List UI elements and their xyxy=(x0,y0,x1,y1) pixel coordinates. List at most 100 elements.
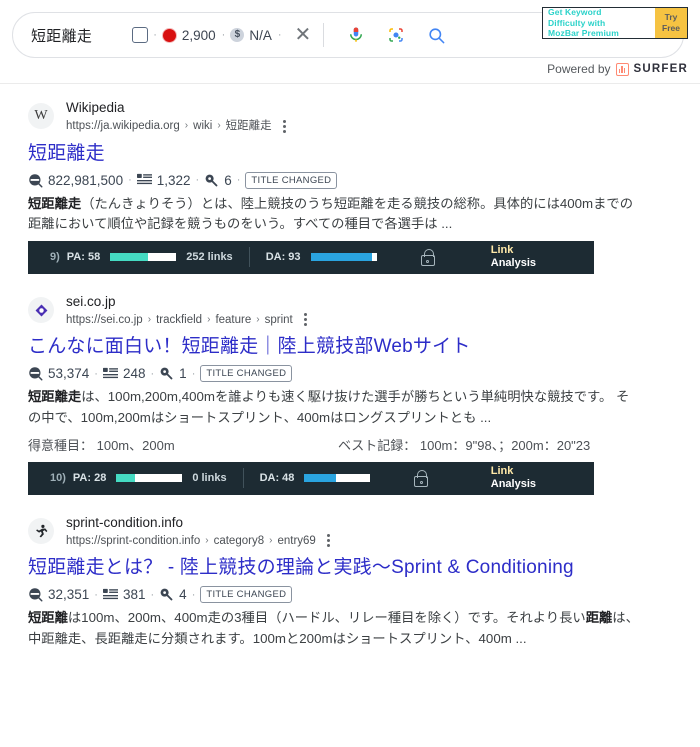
mozbar-metrics-bar-2[interactable]: 10) PA: 28 0 links DA: 48 Link Analysis xyxy=(28,461,594,495)
link-analysis-line-1: Link xyxy=(490,464,514,477)
metric-separator: · xyxy=(236,174,241,187)
site-info: sei.co.jp https://sei.co.jp › trackfield… xyxy=(66,292,307,329)
link-analysis-line-2: Analysis xyxy=(490,478,536,491)
snippet-highlight-2: 距離 xyxy=(585,610,613,626)
page-authority-fill xyxy=(110,253,149,262)
result-header[interactable]: W Wikipedia https://ja.wikipedia.org › w… xyxy=(28,98,700,135)
page-authority-label: PA: 58 xyxy=(66,251,101,264)
google-lens-icon[interactable] xyxy=(383,22,409,48)
result-metrics: 822,981,500 · 1,322 · 6 · TITLE CHANGED xyxy=(28,171,700,189)
url-part: entry69 xyxy=(277,534,316,547)
search-volume-icon xyxy=(28,173,43,188)
promo-line-3: MozBar Premium xyxy=(548,28,619,39)
snippet-text: （たんきょりそう）とは、陸上競技のうち短距離を走る競技の総称。具体的には400m… xyxy=(28,195,634,232)
promo-line-2: Difficulty with xyxy=(548,17,606,28)
domain-authority-fill xyxy=(304,474,337,483)
chip-separator: · xyxy=(221,29,226,41)
status-badge: TITLE CHANGED xyxy=(200,365,293,383)
status-badge: TITLE CHANGED xyxy=(245,171,338,189)
search-volume-value: 32,351 xyxy=(48,587,90,603)
site-info: Wikipedia https://ja.wikipedia.org › wik… xyxy=(66,98,286,135)
metric-separator: · xyxy=(94,588,98,601)
links-count: 381 xyxy=(122,587,146,603)
wikipedia-w-icon: W xyxy=(28,103,54,130)
chip-separator: · xyxy=(153,29,157,41)
try-free-line-1: Try xyxy=(664,12,678,23)
url-separator-icon: › xyxy=(205,534,209,546)
snippet-highlight: 短距離走 xyxy=(28,389,82,405)
metric-separator: · xyxy=(195,174,200,187)
search-topbar: 短距離走 · 2,900 · $ N/A · ✕ Get Keyword Dif… xyxy=(0,0,700,84)
page-authority-label: PA: 28 xyxy=(72,472,107,485)
lock-icon[interactable] xyxy=(420,248,435,266)
square-outline-icon[interactable] xyxy=(132,27,149,43)
url-part: sprint xyxy=(264,313,293,326)
url-separator-icon: › xyxy=(184,119,189,131)
search-volume-icon xyxy=(28,366,43,381)
try-free-line-2: Free xyxy=(662,23,680,33)
link-analysis-button[interactable]: Link Analysis xyxy=(491,244,536,270)
result-header[interactable]: sei.co.jp https://sei.co.jp › trackfield… xyxy=(28,292,700,329)
divider xyxy=(248,247,250,268)
result-snippet: 短距離は100m、200m、400m走の3種目（ハードル、リレー種目を除く）です… xyxy=(28,608,640,649)
mozbar-premium-promo[interactable]: Get Keyword Difficulty with MozBar Premi… xyxy=(542,7,688,39)
list-icon xyxy=(102,367,118,381)
result-header[interactable]: sprint-condition.info https://sprint-con… xyxy=(28,513,700,550)
url-part: https://sprint-condition.info xyxy=(66,534,201,547)
metric-separator: · xyxy=(94,367,98,380)
status-badge: TITLE CHANGED xyxy=(200,586,293,604)
snippet-text: は100m、200m、400m走の3種目（ハードル、リレー種目を除く）です。それ… xyxy=(67,610,586,626)
links-count: 1,322 xyxy=(156,172,191,188)
lock-icon[interactable] xyxy=(414,469,429,487)
url-part: category8 xyxy=(213,534,265,547)
promo-text: Get Keyword Difficulty with MozBar Premi… xyxy=(548,7,652,40)
surfer-brand: SURFER xyxy=(633,63,688,75)
result-rich-attributes: 得意種目： 100m、200m ベスト記録： 100m：9"98、；200m：2… xyxy=(28,435,648,454)
metric-separator: · xyxy=(191,588,196,601)
page-authority-bar xyxy=(116,474,183,483)
runner-icon xyxy=(28,517,54,544)
mozbar-metrics-bar-1[interactable]: 9) PA: 58 252 links DA: 93 Link Analysis xyxy=(28,240,594,274)
result-title-link[interactable]: 短距離走とは？ - 陸上競技の理論と実践〜Sprint & Conditioni… xyxy=(28,555,700,580)
snippet-highlight: 短距離 xyxy=(28,610,68,626)
promo-line-1: Get Keyword xyxy=(548,6,602,17)
result-snippet: 短距離走は、100m,200m,400mを誰よりも速く駆け抜けた選手が勝ちという… xyxy=(28,387,640,428)
powered-by-surfer: Powered by SURFER xyxy=(547,62,688,76)
search-results-list: W Wikipedia https://ja.wikipedia.org › w… xyxy=(0,84,700,649)
domain-authority-label: DA: 93 xyxy=(265,251,301,264)
site-info: sprint-condition.info https://sprint-con… xyxy=(66,513,330,550)
url-separator-icon: › xyxy=(207,313,211,325)
keywords-count: 1 xyxy=(179,366,187,382)
snippet-highlight: 短距離走 xyxy=(28,195,82,211)
search-input[interactable]: 短距離走 xyxy=(31,25,92,46)
links-count: 248 xyxy=(122,366,146,382)
serp-rank: 9) xyxy=(50,251,60,264)
url-separator-icon: › xyxy=(269,534,273,546)
domain-authority-bar xyxy=(304,474,371,483)
rich-attribute-left: 得意種目： 100m、200m xyxy=(28,437,175,453)
link-analysis-line-2: Analysis xyxy=(490,257,536,270)
dollar-icon: $ xyxy=(230,28,245,42)
list-icon xyxy=(102,588,118,602)
url-part: 短距離走 xyxy=(225,120,272,132)
link-analysis-button[interactable]: Link Analysis xyxy=(491,465,536,491)
result-title-link[interactable]: こんなに面白い！短距離走｜陸上競技部Webサイト xyxy=(28,334,700,359)
key-icon xyxy=(159,366,174,381)
surfer-logo-icon xyxy=(615,62,629,76)
list-icon xyxy=(136,173,152,187)
close-icon[interactable]: ✕ xyxy=(295,25,312,45)
url-part: trackfield xyxy=(156,313,203,326)
result-options-icon[interactable] xyxy=(303,311,307,328)
result-snippet: 短距離走（たんきょりそう）とは、陸上競技のうち短距離を走る競技の総称。具体的には… xyxy=(28,194,640,235)
red-dot-icon xyxy=(161,27,177,43)
page-authority-fill xyxy=(116,474,135,483)
microphone-icon[interactable] xyxy=(343,22,369,48)
page-authority-bar xyxy=(110,253,177,262)
try-free-button[interactable]: Try Free xyxy=(655,8,687,38)
chip-separator: · xyxy=(277,29,282,41)
result-title-link[interactable]: 短距離走 xyxy=(28,141,700,166)
result-options-icon[interactable] xyxy=(326,532,330,549)
site-name: sprint-condition.info xyxy=(66,514,184,530)
result-options-icon[interactable] xyxy=(282,118,286,135)
magnifier-icon[interactable] xyxy=(423,22,449,48)
